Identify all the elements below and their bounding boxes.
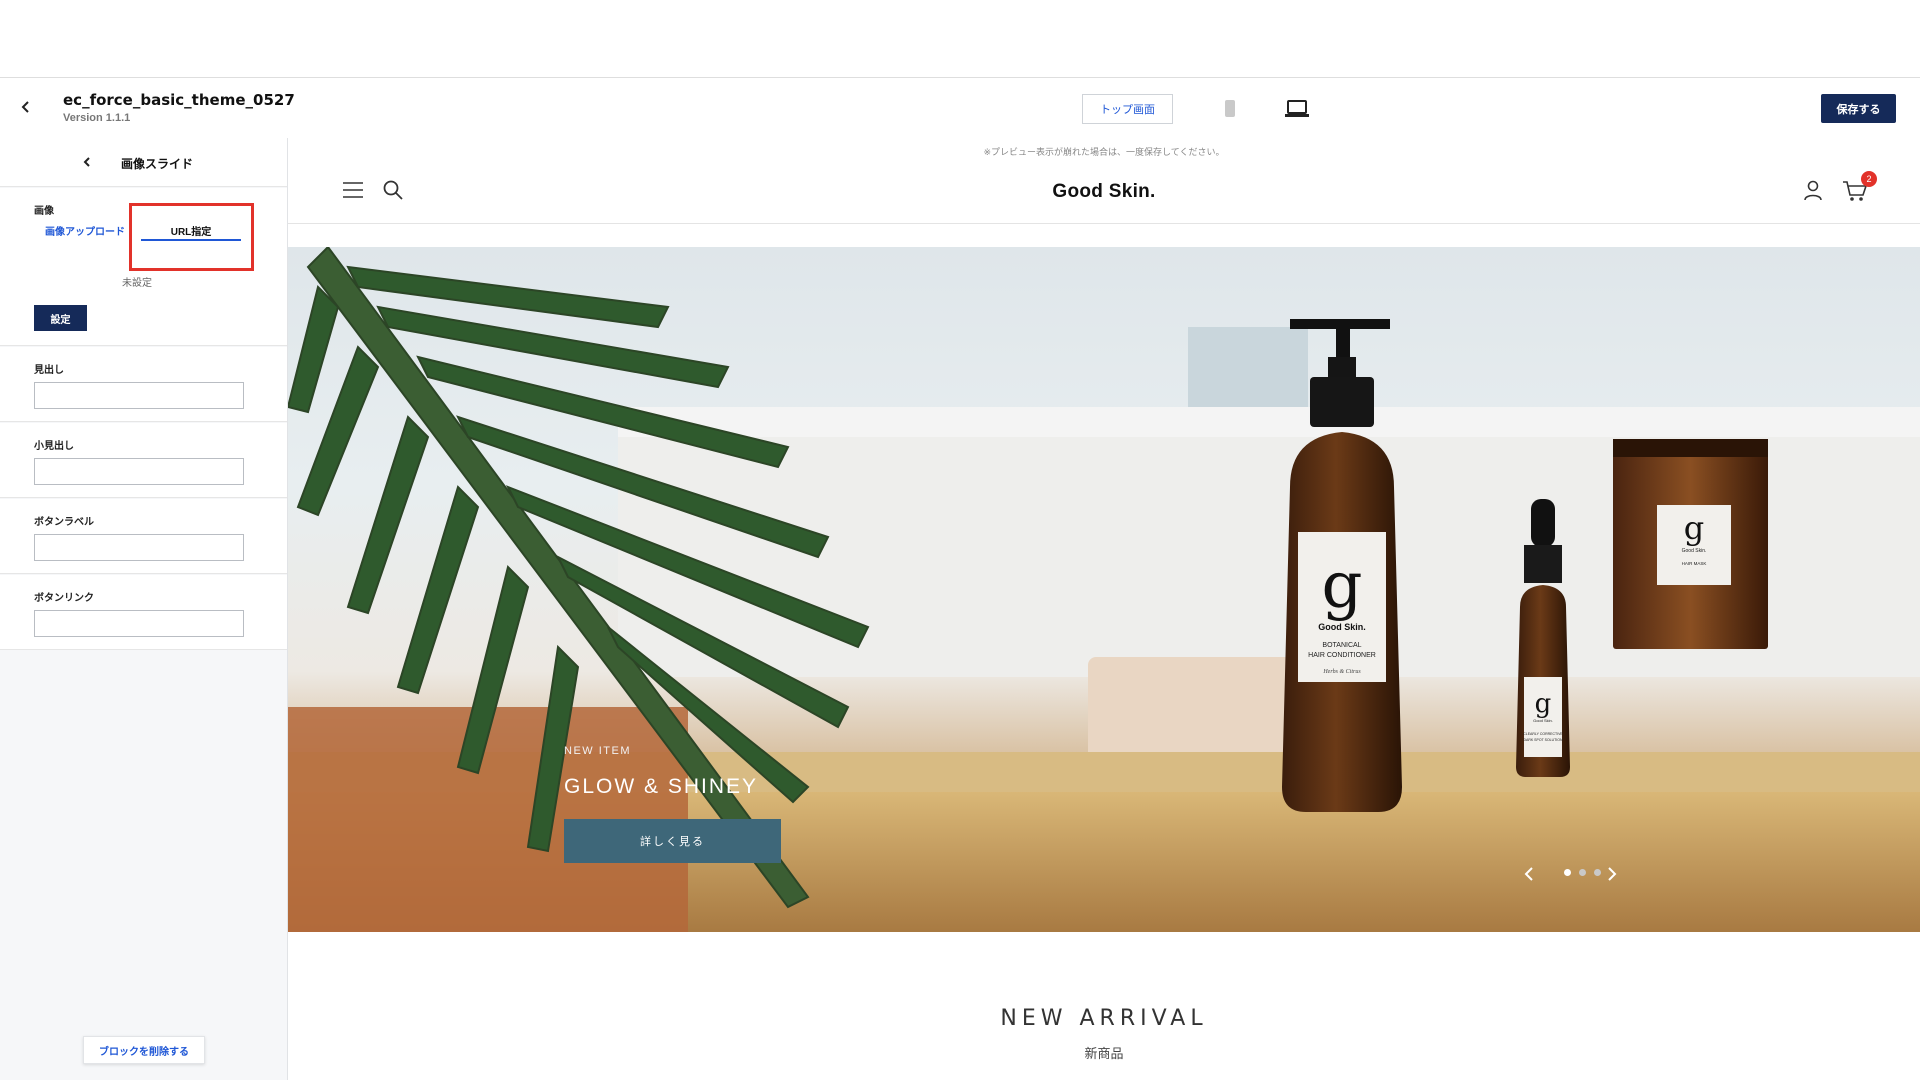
field-label: ボタンラベル [34, 517, 94, 528]
theme-version: Version 1.1.1 [63, 112, 131, 124]
editor-header: ec_force_basic_theme_0527 Version 1.1.1 … [0, 79, 1920, 137]
section-title: NEW ARRIVAL [1000, 1006, 1208, 1031]
field-button-link: ボタンリンク [0, 575, 287, 650]
slider-next-icon[interactable] [1604, 866, 1618, 882]
delete-block-button[interactable]: ブロックを削除する [83, 1036, 205, 1064]
sidebar-back-button[interactable] [80, 153, 94, 171]
svg-text:Herbs & Citrus: Herbs & Citrus [1322, 669, 1361, 675]
brand-logo[interactable]: Good Skin. [288, 181, 1920, 203]
chevron-left-icon [83, 157, 90, 167]
user-icon[interactable] [1802, 179, 1824, 201]
highlight-box [129, 203, 254, 271]
slider-prev-icon[interactable] [1523, 866, 1537, 882]
svg-text:CLEARLY CORRECTIVE: CLEARLY CORRECTIVE [1523, 732, 1563, 736]
svg-text:HAIR CONDITIONER: HAIR CONDITIONER [1308, 652, 1376, 659]
theme-name: ec_force_basic_theme_0527 [63, 91, 295, 109]
svg-text:Good Skin.: Good Skin. [1318, 622, 1366, 632]
hero-title: GLOW & SHINEY [564, 775, 759, 798]
store-navbar: Good Skin. 2 [288, 166, 1920, 224]
slider-dot[interactable] [1594, 869, 1601, 876]
button-label-input[interactable] [34, 534, 244, 561]
slider-dot-active[interactable] [1564, 869, 1571, 876]
desktop-device-icon[interactable] [1285, 99, 1309, 119]
set-button[interactable]: 設定 [34, 305, 87, 331]
chevron-left-icon [21, 101, 29, 113]
field-heading: 見出し [0, 347, 287, 422]
page-select[interactable]: トップ画面 [1082, 94, 1173, 124]
tab-image-upload[interactable]: 画像アップロード [45, 223, 125, 238]
svg-text:DARK SPOT SOLUTION: DARK SPOT SOLUTION [1523, 738, 1562, 742]
top-blank-area [0, 0, 1920, 78]
settings-sidebar: 画像スライド 画像 画像アップロード URL指定 未設定 設定 見出し 小見出し… [0, 138, 288, 1080]
sidebar-title: 画像スライド [121, 157, 194, 171]
heading-input[interactable] [34, 382, 244, 409]
field-label: 見出し [34, 365, 64, 376]
svg-text:g: g [1684, 509, 1704, 547]
slider-dot[interactable] [1579, 869, 1586, 876]
sidebar-header: 画像スライド [0, 138, 287, 187]
store-preview: ※プレビュー表示が崩れた場合は、一度保存してください。 Good Skin. 2 [288, 138, 1920, 1080]
svg-text:BOTANICAL: BOTANICAL [1322, 642, 1361, 649]
svg-text:g: g [1322, 549, 1363, 623]
save-button[interactable]: 保存する [1821, 94, 1896, 123]
image-label: 画像 [34, 206, 54, 217]
hero-detail-button[interactable]: 詳しく見る [564, 819, 781, 863]
subheading-input[interactable] [34, 458, 244, 485]
svg-text:g: g [1535, 689, 1552, 719]
image-status: 未設定 [122, 278, 152, 289]
mobile-device-icon[interactable] [1224, 99, 1236, 118]
cart-count-badge: 2 [1861, 171, 1877, 187]
field-subheading: 小見出し [0, 423, 287, 498]
svg-text:Good Skin.: Good Skin. [1682, 548, 1707, 554]
field-label: ボタンリンク [34, 593, 94, 604]
field-label: 小見出し [34, 441, 74, 452]
svg-text:HAIR MASK: HAIR MASK [1682, 561, 1707, 566]
back-button[interactable] [16, 95, 36, 119]
button-link-input[interactable] [34, 610, 244, 637]
hero-slide: g Good Skin. BOTANICAL HAIR CONDITIONER … [288, 247, 1920, 932]
section-subtitle: 新商品 [1084, 1046, 1124, 1061]
svg-text:Good Skin.: Good Skin. [1533, 718, 1553, 723]
hero-image: g Good Skin. BOTANICAL HAIR CONDITIONER … [288, 247, 1920, 932]
preview-note: ※プレビュー表示が崩れた場合は、一度保存してください。 [983, 147, 1225, 157]
field-button-label: ボタンラベル [0, 499, 287, 574]
image-section: 画像 画像アップロード URL指定 未設定 設定 [0, 188, 287, 346]
hero-item-label: NEW ITEM [564, 745, 631, 757]
